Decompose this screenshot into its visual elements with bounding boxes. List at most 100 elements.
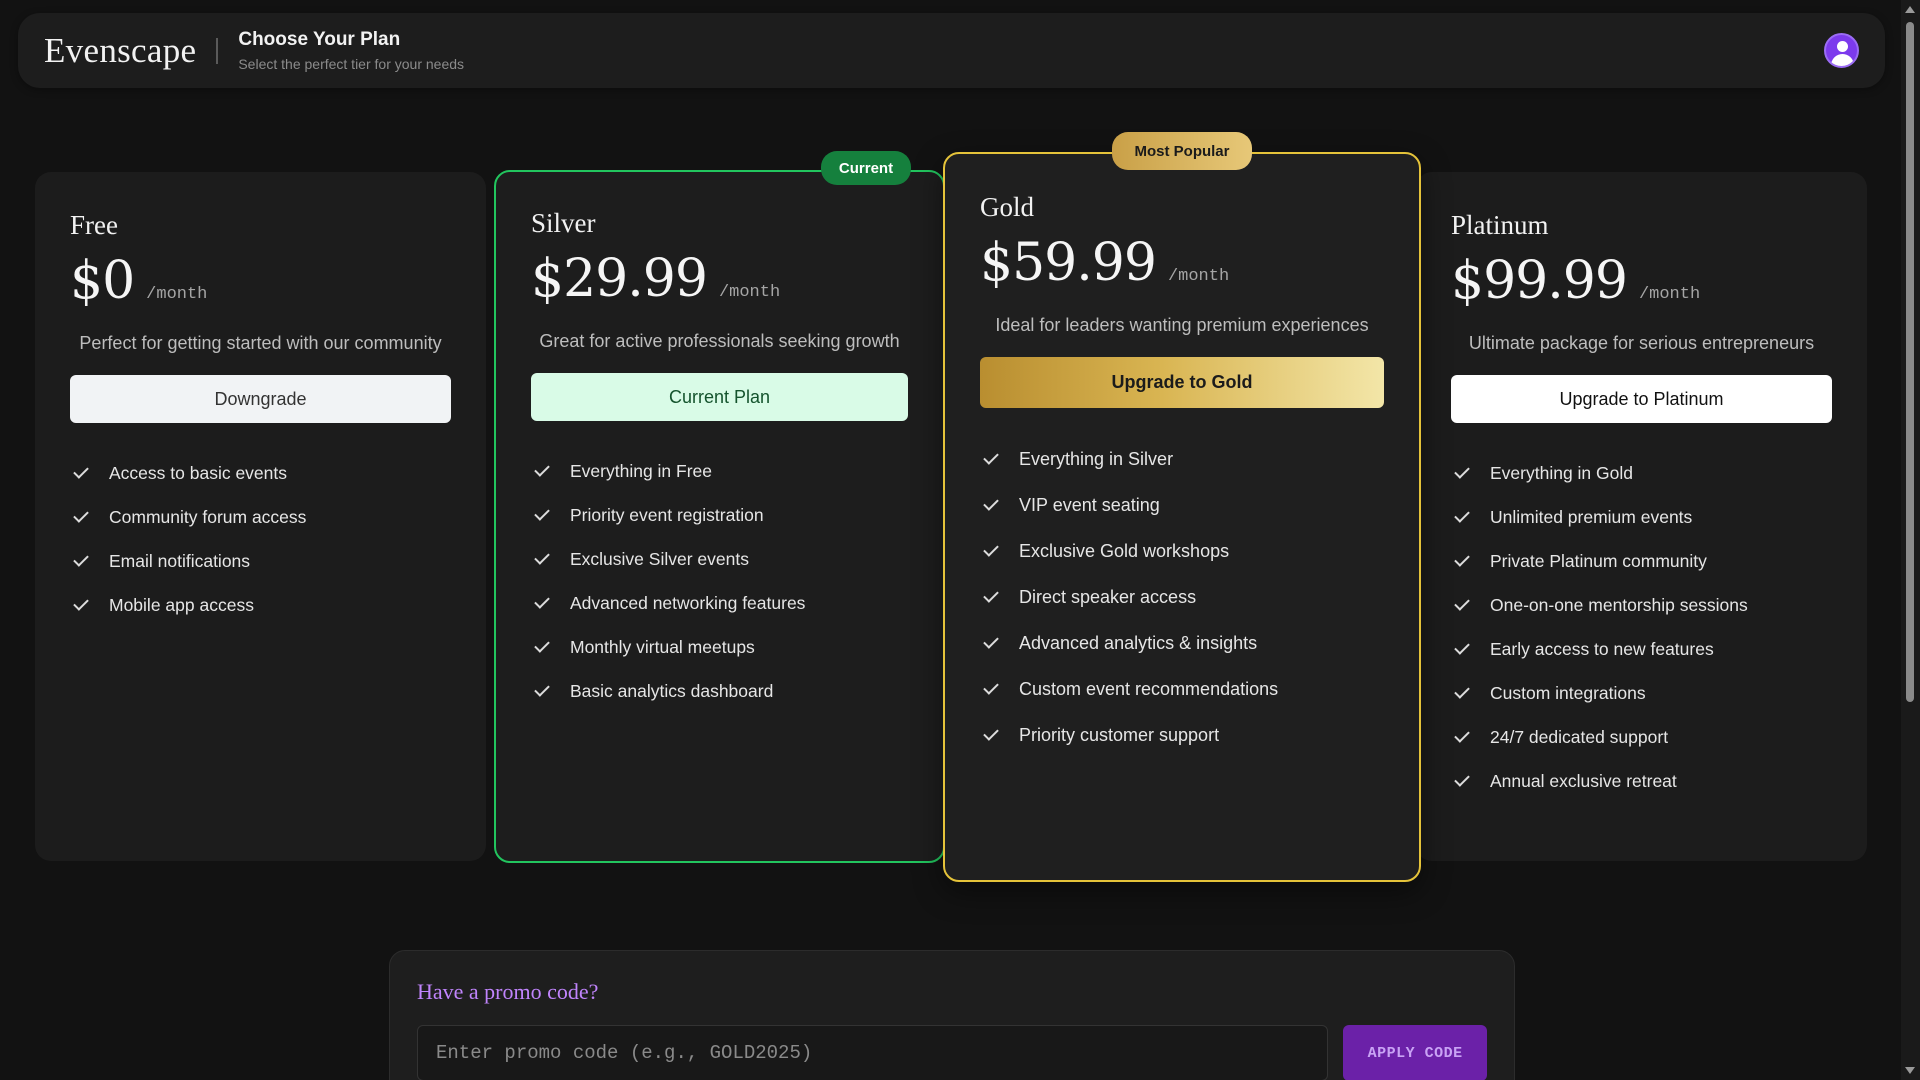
plan-name: Free bbox=[70, 210, 118, 240]
feature-label: Private Platinum community bbox=[1490, 550, 1707, 571]
scroll-up-icon[interactable] bbox=[1905, 6, 1915, 13]
check-icon bbox=[1454, 595, 1470, 611]
check-icon bbox=[534, 593, 550, 609]
check-icon bbox=[73, 507, 89, 523]
feature-list: Access to basic events Community forum a… bbox=[70, 451, 451, 627]
price-row: $59.99 /month bbox=[980, 233, 1384, 293]
check-icon bbox=[534, 505, 550, 521]
apply-code-button[interactable]: APPLY CODE bbox=[1343, 1025, 1487, 1080]
feature-label: Priority event registration bbox=[570, 504, 764, 525]
check-icon bbox=[1454, 727, 1470, 743]
feature-item: Basic analytics dashboard bbox=[531, 669, 908, 713]
price-period: /month bbox=[146, 285, 208, 304]
feature-item: Everything in Gold bbox=[1451, 451, 1832, 495]
feature-label: Everything in Free bbox=[570, 460, 713, 481]
check-icon bbox=[1454, 463, 1470, 479]
feature-label: VIP event seating bbox=[1019, 494, 1160, 515]
feature-item: Advanced networking features bbox=[531, 581, 908, 625]
plan-description: Ultimate package for serious entrepreneu… bbox=[1468, 333, 1815, 353]
most-popular-badge: Most Popular bbox=[1112, 132, 1252, 170]
feature-item: One-on-one mentorship sessions bbox=[1451, 583, 1832, 627]
check-icon bbox=[983, 725, 999, 741]
plan-card-silver: Silver $29.99 /month Great for active pr… bbox=[494, 170, 945, 863]
feature-label: Custom integrations bbox=[1490, 682, 1646, 703]
feature-item: Access to basic events bbox=[70, 451, 451, 495]
feature-label: Direct speaker access bbox=[1019, 586, 1197, 607]
feature-label: Priority customer support bbox=[1019, 724, 1220, 745]
feature-item: VIP event seating bbox=[980, 482, 1384, 528]
price-row: $29.99 /month bbox=[531, 249, 908, 309]
plan-card-free: Free $0 /month Perfect for getting start… bbox=[35, 172, 486, 861]
header-divider bbox=[216, 37, 219, 64]
check-icon bbox=[534, 637, 550, 653]
check-icon bbox=[73, 595, 89, 611]
price-period: /month bbox=[718, 283, 781, 302]
feature-list: Everything in Free Priority event regist… bbox=[531, 449, 908, 713]
feature-label: Unlimited premium events bbox=[1490, 506, 1693, 527]
feature-item: Unlimited premium events bbox=[1451, 495, 1832, 539]
plan-price: $59.99 bbox=[980, 233, 1157, 293]
scroll-down-icon[interactable] bbox=[1905, 1067, 1915, 1074]
feature-item: Advanced analytics & insights bbox=[980, 620, 1384, 666]
feature-item: Community forum access bbox=[70, 495, 451, 539]
feature-item: Email notifications bbox=[70, 539, 451, 583]
feature-label: Basic analytics dashboard bbox=[570, 680, 774, 701]
price-row: $0 /month bbox=[70, 251, 451, 311]
promo-code-input[interactable] bbox=[417, 1025, 1329, 1080]
feature-item: Priority customer support bbox=[980, 712, 1384, 758]
plan-price: $99.99 bbox=[1451, 251, 1628, 311]
price-period: /month bbox=[1638, 285, 1701, 304]
check-icon bbox=[534, 681, 550, 697]
feature-item: Monthly virtual meetups bbox=[531, 625, 908, 669]
feature-item: Direct speaker access bbox=[980, 574, 1384, 620]
feature-item: 24/7 dedicated support bbox=[1451, 715, 1832, 759]
feature-label: Exclusive Gold workshops bbox=[1019, 540, 1230, 561]
user-avatar-icon[interactable] bbox=[1824, 33, 1859, 68]
check-icon bbox=[1454, 639, 1470, 655]
page-title: Choose Your Plan bbox=[238, 29, 401, 50]
check-icon bbox=[1454, 507, 1470, 523]
plan-description: Perfect for getting started with our com… bbox=[79, 333, 442, 353]
check-icon bbox=[983, 679, 999, 695]
plan-price: $29.99 bbox=[531, 249, 708, 309]
scroll-thumb[interactable] bbox=[1906, 22, 1914, 702]
feature-item: Custom event recommendations bbox=[980, 666, 1384, 712]
feature-label: Custom event recommendations bbox=[1019, 678, 1279, 699]
promo-row: APPLY CODE bbox=[417, 1025, 1487, 1080]
check-icon bbox=[1454, 683, 1470, 699]
feature-label: Advanced networking features bbox=[570, 592, 806, 613]
feature-item: Exclusive Silver events bbox=[531, 537, 908, 581]
current-plan-button[interactable]: Current Plan bbox=[531, 373, 908, 421]
check-icon bbox=[983, 633, 999, 649]
check-icon bbox=[983, 541, 999, 557]
feature-label: Advanced analytics & insights bbox=[1019, 632, 1258, 653]
feature-list: Everything in Silver VIP event seating E… bbox=[980, 436, 1384, 758]
upgrade-to-gold-button[interactable]: Upgrade to Gold bbox=[980, 357, 1384, 408]
feature-label: Monthly virtual meetups bbox=[570, 636, 755, 657]
feature-label: Exclusive Silver events bbox=[570, 548, 749, 569]
plan-card-platinum: Platinum $99.99 /month Ultimate package … bbox=[1416, 172, 1867, 861]
feature-label: Access to basic events bbox=[109, 462, 287, 483]
plan-name: Silver bbox=[531, 208, 596, 238]
feature-item: Annual exclusive retreat bbox=[1451, 759, 1832, 803]
plan-card-gold: Gold $59.99 /month Ideal for leaders wan… bbox=[943, 152, 1421, 882]
feature-list: Everything in Gold Unlimited premium eve… bbox=[1451, 451, 1832, 803]
check-icon bbox=[534, 549, 550, 565]
current-badge: Current bbox=[821, 151, 911, 185]
feature-item: Everything in Silver bbox=[980, 436, 1384, 482]
feature-item: Early access to new features bbox=[1451, 627, 1832, 671]
price-period: /month bbox=[1167, 267, 1230, 286]
feature-item: Custom integrations bbox=[1451, 671, 1832, 715]
plan-price: $0 bbox=[70, 251, 135, 311]
downgrade-button[interactable]: Downgrade bbox=[70, 375, 451, 423]
header-titles: Choose Your Plan Select the perfect tier… bbox=[238, 29, 464, 72]
brand-logo[interactable]: Evenscape bbox=[44, 31, 196, 71]
top-header: Evenscape Choose Your Plan Select the pe… bbox=[18, 13, 1885, 88]
page-scrollbar[interactable] bbox=[1901, 0, 1920, 1080]
upgrade-to-platinum-button[interactable]: Upgrade to Platinum bbox=[1451, 375, 1832, 423]
feature-label: One-on-one mentorship sessions bbox=[1490, 594, 1748, 615]
check-icon bbox=[983, 449, 999, 465]
feature-label: Everything in Gold bbox=[1490, 462, 1633, 483]
feature-item: Private Platinum community bbox=[1451, 539, 1832, 583]
check-icon bbox=[1454, 551, 1470, 567]
